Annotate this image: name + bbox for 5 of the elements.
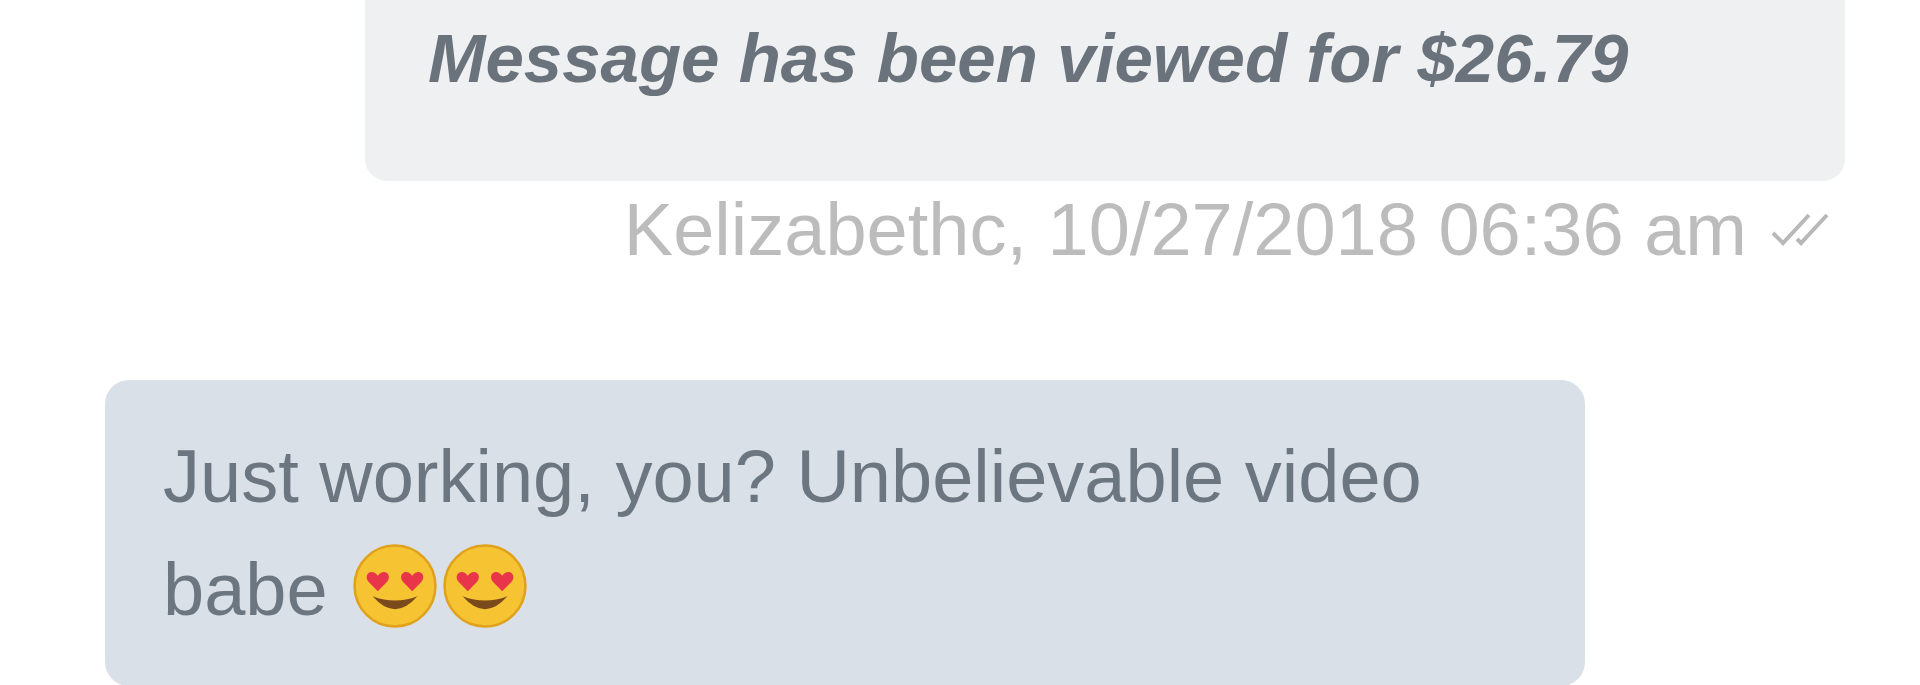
message-meta: Kelizabethc, 10/27/2018 06:36 am [623, 186, 1747, 272]
message-text: Just working, you? Unbelievable video babe [163, 434, 1423, 633]
message-text: Message has been viewed for $26.79 [428, 19, 1630, 99]
heart-eyes-emoji-icon [352, 543, 439, 629]
heart-eyes-emoji-icon [442, 543, 529, 629]
